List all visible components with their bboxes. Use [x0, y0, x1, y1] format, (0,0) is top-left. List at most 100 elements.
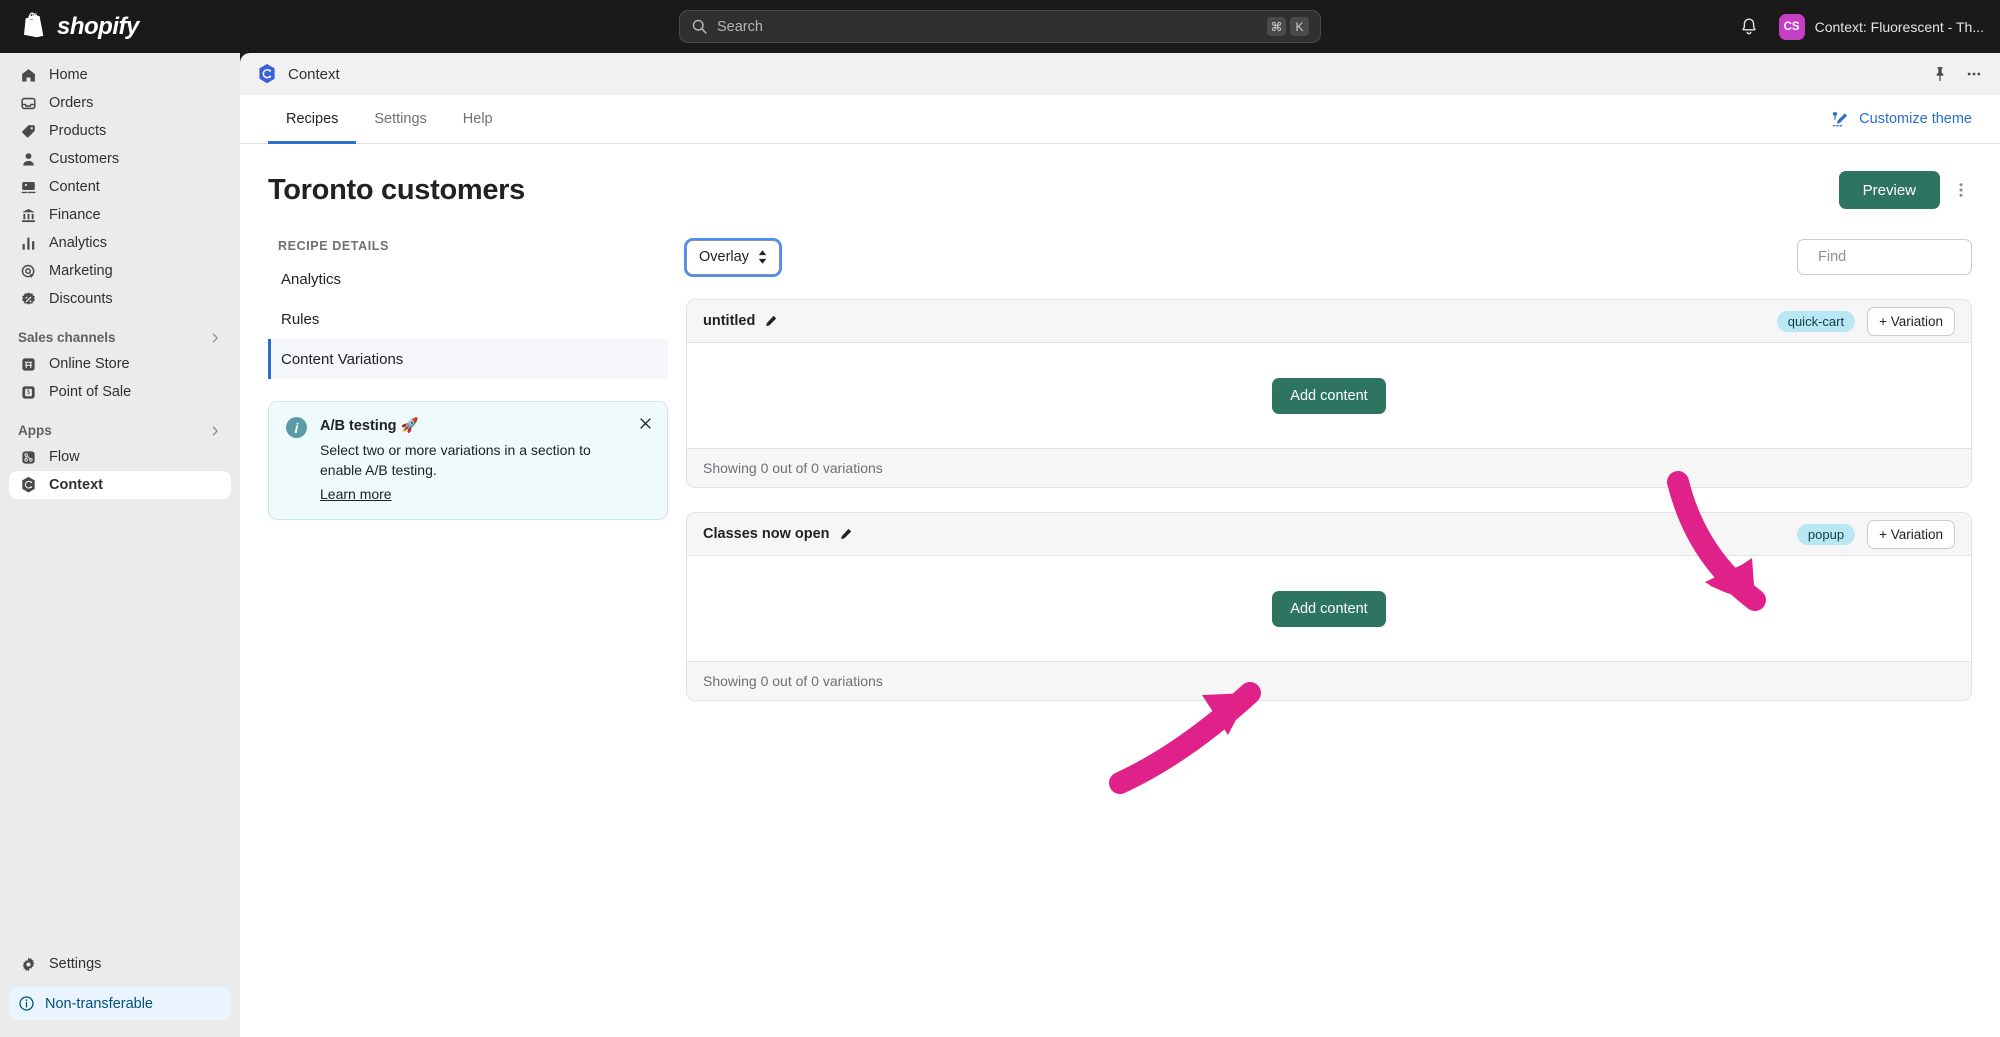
- sidebar-group-apps[interactable]: Apps: [18, 423, 222, 438]
- gear-icon: [18, 954, 38, 974]
- sidebar-item-label: Marketing: [49, 263, 113, 279]
- bell-icon[interactable]: [1739, 17, 1759, 37]
- tab-label: Settings: [374, 111, 426, 127]
- tab-label: Recipes: [286, 111, 338, 127]
- recipe-link-label: Analytics: [281, 271, 341, 288]
- sidebar-item-content[interactable]: Content: [9, 173, 231, 201]
- info-circle-icon: i: [286, 417, 307, 438]
- shopify-bag-icon: [22, 12, 48, 41]
- recipe-link-label: Content Variations: [281, 351, 403, 368]
- product-tag-icon: [18, 121, 38, 141]
- recipe-link-content-variations[interactable]: Content Variations: [268, 339, 668, 379]
- search-input[interactable]: [717, 19, 1267, 35]
- app-tabs-row: Recipes Settings Help Customize theme: [240, 95, 2000, 144]
- find-variations-box[interactable]: [1797, 239, 1972, 275]
- sidebar-item-point-of-sale[interactable]: $ Point of Sale: [9, 378, 231, 406]
- info-circle-icon: [18, 995, 35, 1012]
- content-image-icon: [18, 177, 38, 197]
- sidebar-group-label: Sales channels: [18, 330, 116, 345]
- app-title: Context: [288, 66, 340, 83]
- page-more-menu[interactable]: [1950, 177, 1972, 203]
- recipe-details-heading: RECIPE DETAILS: [268, 239, 668, 259]
- variation-section: untitled quick-cart + Variation Add cont…: [686, 299, 1972, 488]
- sidebar-item-online-store[interactable]: Online Store: [9, 350, 231, 378]
- app-body: Recipes Settings Help Customize theme: [240, 95, 2000, 1037]
- sidebar-item-context[interactable]: Context: [9, 471, 231, 499]
- variations-toolbar: Overlay: [686, 239, 1972, 275]
- ellipsis-horizontal-icon[interactable]: [1965, 65, 1983, 83]
- tab-recipes[interactable]: Recipes: [268, 95, 356, 144]
- discount-badge-icon: [18, 289, 38, 309]
- sidebar-item-orders[interactable]: Orders: [9, 89, 231, 117]
- recipe-link-label: Rules: [281, 311, 319, 328]
- search-icon: [691, 18, 708, 35]
- sidebar-item-settings[interactable]: Settings: [9, 950, 231, 978]
- non-transferable-badge[interactable]: Non-transferable: [9, 987, 231, 1020]
- tab-settings[interactable]: Settings: [356, 95, 444, 144]
- storefront-icon: [18, 354, 38, 374]
- ellipsis-vertical-icon: [1951, 180, 1971, 200]
- add-variation-button[interactable]: + Variation: [1867, 520, 1955, 549]
- shopify-logo[interactable]: shopify: [22, 12, 139, 41]
- sidebar-group-sales-channels[interactable]: Sales channels: [18, 330, 222, 345]
- sidebar-item-flow[interactable]: Flow: [9, 443, 231, 471]
- pencil-icon[interactable]: [764, 314, 778, 328]
- sidebar-item-products[interactable]: Products: [9, 117, 231, 145]
- customize-theme-link[interactable]: Customize theme: [1831, 110, 1972, 129]
- sidebar-item-label: Flow: [49, 449, 80, 465]
- find-input[interactable]: [1818, 249, 2000, 265]
- page-title-row: Toronto customers Preview: [240, 144, 2000, 209]
- tab-help[interactable]: Help: [445, 95, 511, 144]
- recipe-link-analytics[interactable]: Analytics: [268, 259, 668, 299]
- add-variation-button[interactable]: + Variation: [1867, 307, 1955, 336]
- add-content-button[interactable]: Add content: [1272, 378, 1385, 414]
- sidebar-group-label: Apps: [18, 423, 52, 438]
- close-icon[interactable]: [638, 416, 653, 431]
- sidebar-nav: Home Orders Products Customers Content: [0, 53, 240, 950]
- target-icon: [18, 261, 38, 281]
- app-identity: Context: [257, 63, 340, 85]
- top-bar: shopify ⌘ K CS Context: Fluorescent - Th…: [0, 0, 2000, 53]
- variation-section-actions: popup + Variation: [1797, 520, 1955, 549]
- account-name: Context: Fluorescent - Th...: [1815, 19, 1984, 35]
- sidebar-item-home[interactable]: Home: [9, 61, 231, 89]
- pencil-icon[interactable]: [839, 527, 853, 541]
- shopify-wordmark: shopify: [57, 13, 139, 41]
- variation-section-footer: Showing 0 out of 0 variations: [687, 448, 1971, 487]
- sidebar-item-label: Point of Sale: [49, 384, 131, 400]
- callout-title: A/B testing 🚀: [320, 417, 630, 434]
- sidebar-item-label: Analytics: [49, 235, 107, 251]
- learn-more-link[interactable]: Learn more: [320, 486, 392, 502]
- variation-section-empty-state: Add content: [687, 556, 1971, 661]
- content-columns: RECIPE DETAILS Analytics Rules Content V…: [240, 209, 2000, 701]
- placement-select[interactable]: Overlay: [686, 240, 780, 275]
- recipe-details-panel: RECIPE DETAILS Analytics Rules Content V…: [268, 239, 686, 701]
- variation-section-header: untitled quick-cart + Variation: [687, 300, 1971, 343]
- recipe-link-rules[interactable]: Rules: [268, 299, 668, 339]
- variation-section-empty-state: Add content: [687, 343, 1971, 448]
- sidebar-footer: Settings Non-transferable: [0, 950, 240, 1037]
- person-icon: [18, 149, 38, 169]
- app-header: Context: [240, 53, 2000, 95]
- sidebar-item-label: Discounts: [49, 291, 113, 307]
- sidebar-item-finance[interactable]: Finance: [9, 201, 231, 229]
- context-hex-icon: [18, 475, 38, 495]
- flow-icon: [18, 447, 38, 467]
- sidebar-item-label: Products: [49, 123, 106, 139]
- app-frame: Context Recipes Settings: [240, 53, 2000, 1037]
- paintbrush-edit-icon: [1831, 110, 1850, 129]
- sidebar-item-discounts[interactable]: Discounts: [9, 285, 231, 313]
- preview-button[interactable]: Preview: [1839, 171, 1940, 209]
- sidebar-item-analytics[interactable]: Analytics: [9, 229, 231, 257]
- pin-icon[interactable]: [1931, 65, 1949, 83]
- sidebar-item-customers[interactable]: Customers: [9, 145, 231, 173]
- sidebar-item-label: Online Store: [49, 356, 130, 372]
- account-menu[interactable]: CS Context: Fluorescent - Th...: [1779, 14, 1984, 40]
- add-content-button[interactable]: Add content: [1272, 591, 1385, 627]
- orders-inbox-icon: [18, 93, 38, 113]
- variation-section-title: Classes now open: [703, 526, 853, 542]
- sidebar-item-marketing[interactable]: Marketing: [9, 257, 231, 285]
- tab-label: Help: [463, 111, 493, 127]
- status-badge: quick-cart: [1777, 311, 1855, 332]
- global-search[interactable]: ⌘ K: [679, 10, 1321, 43]
